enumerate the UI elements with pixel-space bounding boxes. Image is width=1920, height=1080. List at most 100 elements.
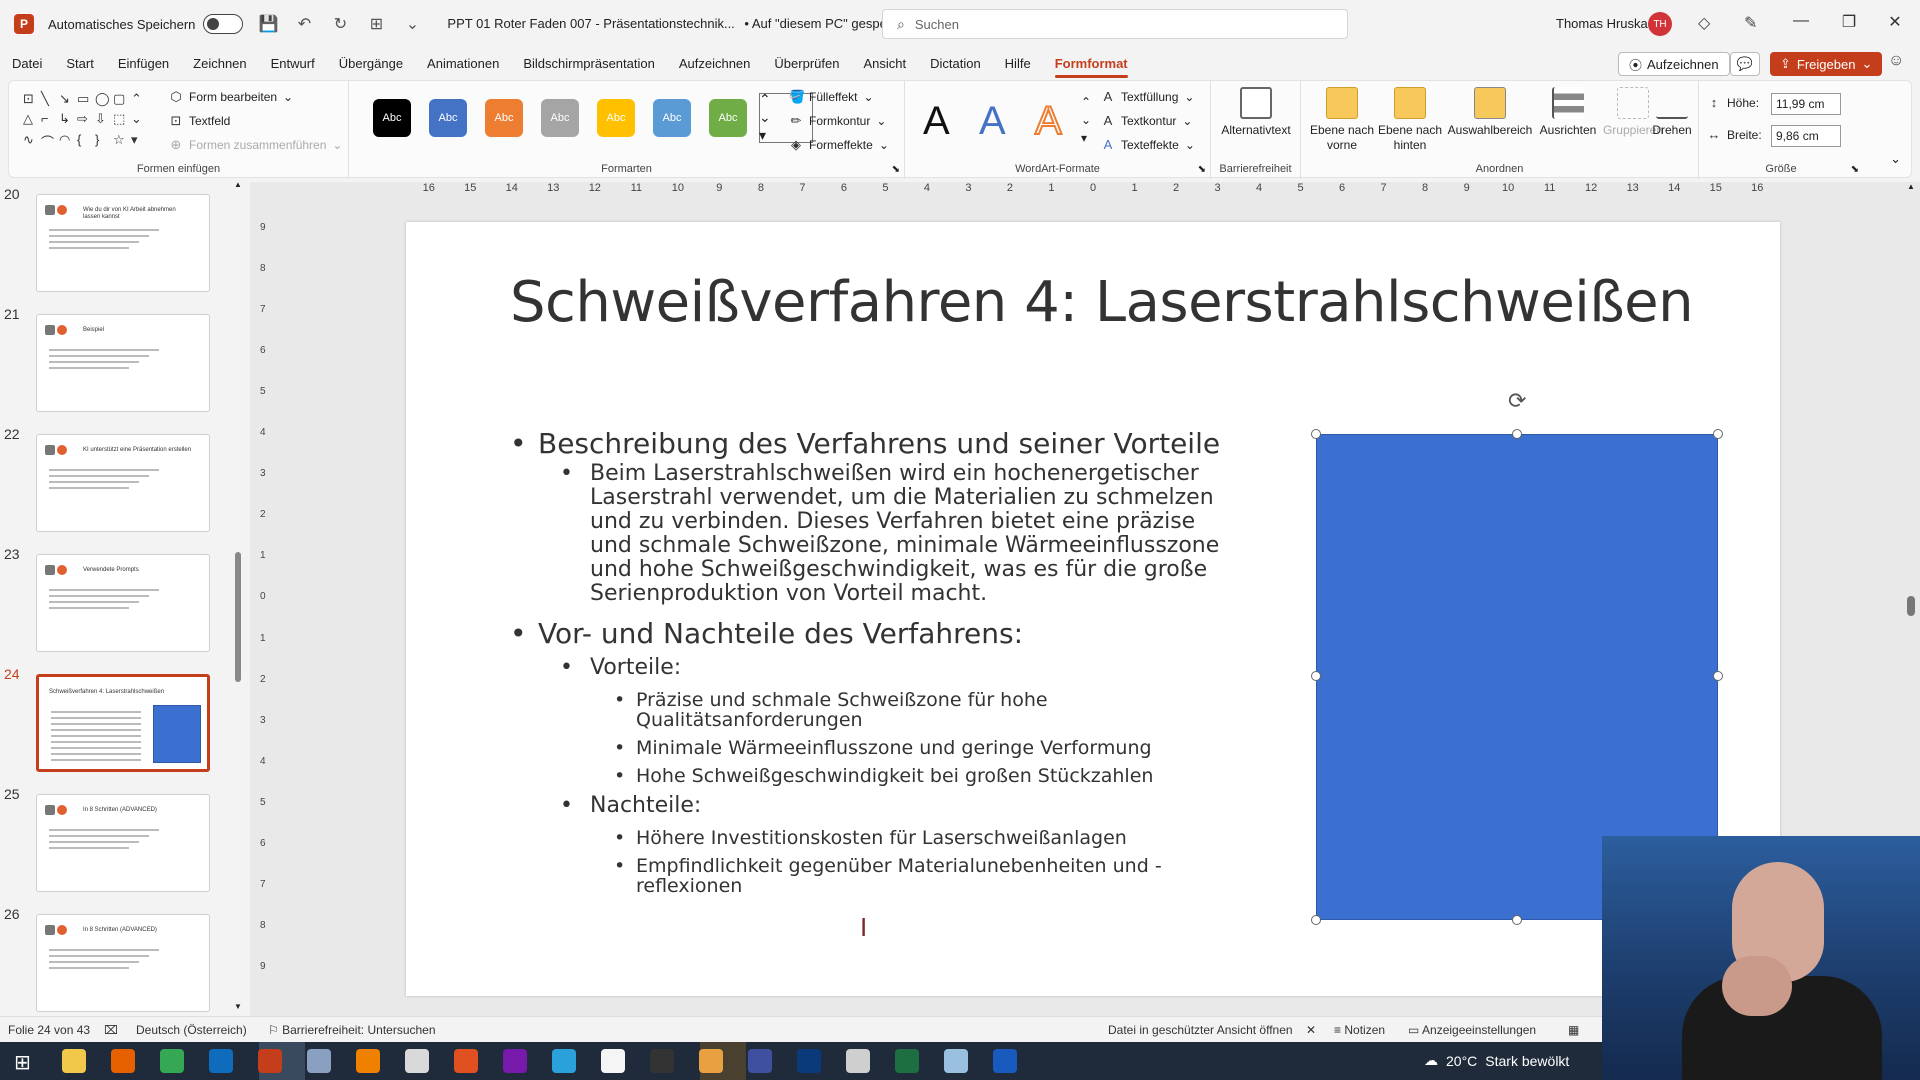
slide-thumbnail[interactable]: Schweißverfahren 4: Laserstrahlschweißen	[36, 674, 210, 772]
weather-widget[interactable]: ☁ 20°C Stark bewölkt	[1424, 1052, 1569, 1069]
textbox-button[interactable]: ⊡ Textfeld	[169, 113, 231, 129]
oval-shape-icon[interactable]: ◯	[95, 91, 111, 107]
avatar[interactable]: TH	[1648, 12, 1672, 36]
resize-handle-top-right[interactable]	[1713, 429, 1723, 439]
slide-thumbnail[interactable]: In 8 Schritten (ADVANCED)	[36, 914, 210, 1012]
app-icon[interactable]	[748, 1049, 772, 1073]
brace-left-icon[interactable]: {	[77, 132, 93, 151]
resize-handle-top[interactable]	[1512, 429, 1522, 439]
rectangle-shape-icon[interactable]: ▭	[77, 91, 93, 107]
resize-handle-bottom[interactable]	[1512, 915, 1522, 925]
shape-outline-button[interactable]: ✏ Formkontur ⌄	[789, 113, 887, 129]
wordart-gallery-scroll[interactable]: ⌃ ⌄ ▾	[1081, 93, 1091, 147]
accessibility-checker[interactable]: ⚐ Barrierefreiheit: Untersuchen	[268, 1023, 436, 1037]
outlook-icon[interactable]	[209, 1049, 233, 1073]
tab-formformat[interactable]: Formformat	[1043, 50, 1140, 78]
active-app-icon[interactable]	[699, 1049, 723, 1073]
wordart-black-style[interactable]: A	[923, 99, 950, 144]
shape-style-swatch[interactable]: Abc	[653, 99, 691, 137]
down-arrow-shape-icon[interactable]: ⇩	[95, 111, 111, 127]
tab-dictation[interactable]: Dictation	[918, 50, 993, 78]
freeform-shape-icon[interactable]: ∿	[23, 132, 39, 151]
person-icon[interactable]: ☺	[1888, 52, 1904, 70]
scroll-up-icon[interactable]: ▲	[234, 180, 242, 189]
curved-connector-icon[interactable]: ↳	[59, 111, 75, 127]
undo-icon[interactable]: ↶	[293, 14, 315, 34]
shape-style-swatch[interactable]: Abc	[597, 99, 635, 137]
slide-thumbnail[interactable]: Wie du dir von KI Arbeit abnehmen lassen…	[36, 194, 210, 292]
tab-aufzeichnen[interactable]: Aufzeichnen	[667, 50, 763, 78]
textbox-shape-icon[interactable]: ⊡	[23, 91, 39, 107]
notes-button[interactable]: ≡ Notizen	[1334, 1023, 1385, 1037]
autosave-toggle[interactable]	[203, 14, 244, 34]
display-settings-button[interactable]: ▭ Anzeigeeinstellungen	[1408, 1023, 1536, 1037]
shape-effects-button[interactable]: ◈ Formeffekte ⌄	[789, 137, 889, 153]
height-input[interactable]: 11,99 cm	[1771, 93, 1841, 115]
scroll-down-icon[interactable]: ▼	[234, 1002, 242, 1011]
file-explorer-icon[interactable]	[62, 1049, 86, 1073]
resize-handle-right[interactable]	[1713, 671, 1723, 681]
spellcheck-icon[interactable]: ⌧	[104, 1023, 118, 1037]
present-icon[interactable]: ⊞	[365, 14, 387, 34]
star-shape-icon[interactable]: ☆	[113, 132, 129, 151]
tab-datei[interactable]: Datei	[0, 50, 54, 78]
rotate-button[interactable]: Drehen	[1647, 87, 1697, 138]
arrow-line-shape-icon[interactable]: ↘	[59, 91, 75, 107]
rounded-rect-shape-icon[interactable]: ▢	[113, 91, 129, 107]
scroll-up-icon[interactable]: ▲	[1907, 182, 1915, 191]
rotate-handle-icon[interactable]: ⟳	[1508, 388, 1526, 414]
tab-zeichnen[interactable]: Zeichnen	[181, 50, 258, 78]
document-title[interactable]: PPT 01 Roter Faden 007 - Präsentationste…	[447, 16, 939, 32]
gallery-up-icon[interactable]: ⌃	[759, 91, 771, 108]
width-input[interactable]: 9,86 cm	[1771, 125, 1841, 147]
thumbnail-scroll-thumb[interactable]	[235, 552, 241, 682]
align-button[interactable]: Ausrichten	[1535, 87, 1601, 138]
tab-ansicht[interactable]: Ansicht	[851, 50, 918, 78]
close-icon[interactable]: ✕	[1880, 12, 1910, 32]
obs-icon[interactable]	[650, 1049, 674, 1073]
tab-animationen[interactable]: Animationen	[415, 50, 511, 78]
wordart-blue-style[interactable]: A	[979, 99, 1006, 144]
arc-shape-icon[interactable]: ◠	[59, 132, 75, 151]
slide-title[interactable]: Schweißverfahren 4: Laserstrahlschweißen	[510, 270, 1694, 335]
resize-handle-bottom-left[interactable]	[1311, 915, 1321, 925]
text-outline-button[interactable]: A Textkontur ⌄	[1101, 113, 1193, 128]
dialog-launcher-icon[interactable]: ⬊	[1851, 164, 1859, 175]
text-effects-button[interactable]: A Texteffekte ⌄	[1101, 137, 1195, 152]
normal-view-icon[interactable]: ▦	[1568, 1023, 1579, 1037]
dialog-launcher-icon[interactable]: ⬊	[892, 164, 900, 175]
text-fill-button[interactable]: A Textfüllung ⌄	[1101, 89, 1195, 104]
app-icon[interactable]	[601, 1049, 625, 1073]
redo-icon[interactable]: ↻	[329, 14, 351, 34]
selection-pane-button[interactable]: Auswahlbereich	[1445, 87, 1535, 138]
pen-icon[interactable]: ✎	[1744, 13, 1757, 33]
canvas-scroll-thumb[interactable]	[1907, 596, 1915, 616]
share-button[interactable]: ⇪ Freigeben ⌄	[1770, 52, 1883, 76]
tab-übergänge[interactable]: Übergänge	[327, 50, 415, 78]
app-icon[interactable]	[307, 1049, 331, 1073]
vlc-icon[interactable]	[356, 1049, 380, 1073]
shape-fill-button[interactable]: 🪣 Fülleffekt ⌄	[789, 89, 874, 105]
save-icon[interactable]: 💾	[257, 14, 279, 34]
search-box[interactable]: ⌕ Suchen	[882, 9, 1348, 39]
tab-hilfe[interactable]: Hilfe	[993, 50, 1043, 78]
app-icon[interactable]	[797, 1049, 821, 1073]
powerpoint-icon[interactable]	[258, 1049, 282, 1073]
gallery-down-icon[interactable]: ⌄	[131, 111, 147, 127]
tab-überprüfen[interactable]: Überprüfen	[762, 50, 851, 78]
app-icon[interactable]	[454, 1049, 478, 1073]
right-arrow-shape-icon[interactable]: ⇨	[77, 111, 93, 127]
dialog-launcher-icon[interactable]: ⬊	[1198, 164, 1206, 175]
callout-shape-icon[interactable]: ⬚	[113, 111, 129, 127]
slide-thumbnail[interactable]: KI unterstützt eine Präsentation erstell…	[36, 434, 210, 532]
slide-thumbnail[interactable]: Beispiel	[36, 314, 210, 412]
elbow-connector-icon[interactable]: ⌐	[41, 111, 57, 127]
shape-style-swatch[interactable]: Abc	[373, 99, 411, 137]
onenote-icon[interactable]	[503, 1049, 527, 1073]
app-icon[interactable]	[846, 1049, 870, 1073]
shape-style-swatch[interactable]: Abc	[709, 99, 747, 137]
excel-icon[interactable]	[895, 1049, 919, 1073]
user-name[interactable]: Thomas Hruska	[1556, 16, 1648, 31]
diamond-icon[interactable]: ◇	[1698, 13, 1710, 33]
telegram-icon[interactable]	[552, 1049, 576, 1073]
